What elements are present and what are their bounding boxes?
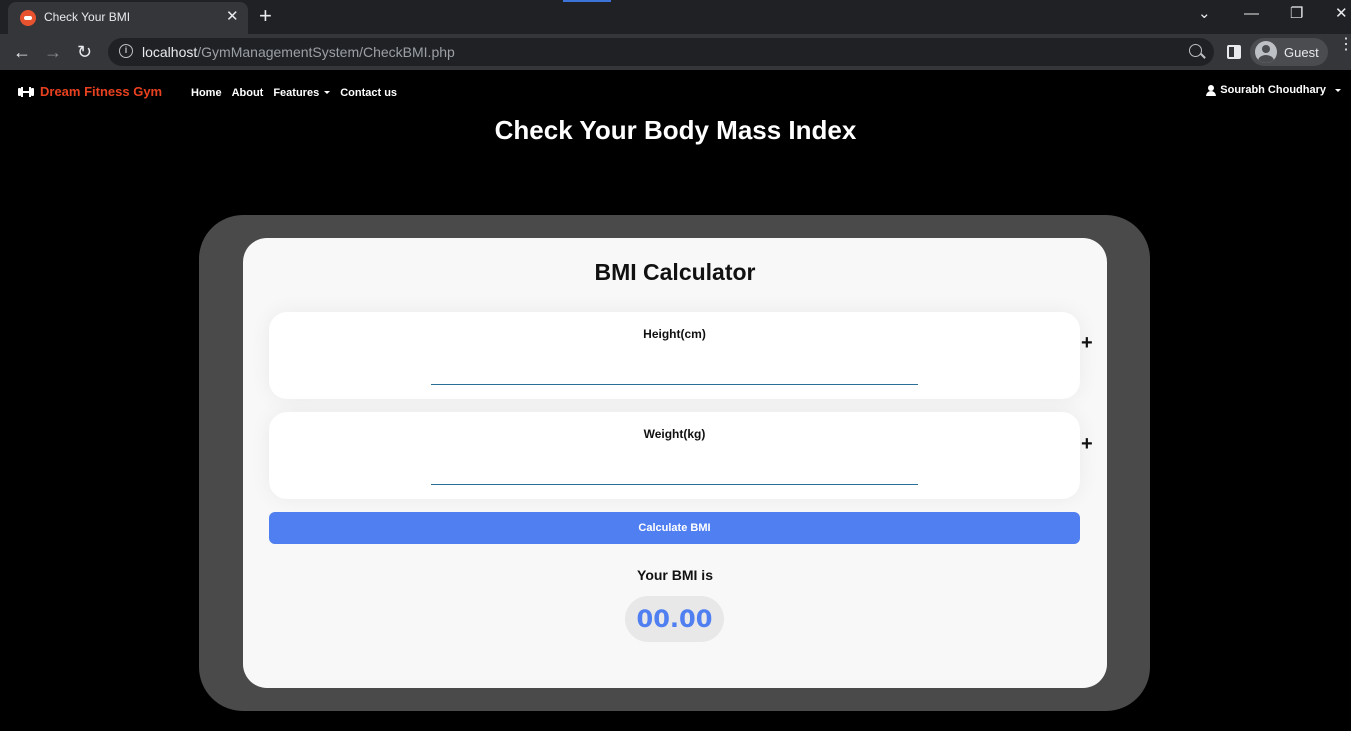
calculator-frame: BMI Calculator Height(cm) + Weight(kg) +… — [199, 215, 1150, 711]
user-menu[interactable]: Sourabh Choudhary — [1206, 84, 1341, 96]
tab-close-icon[interactable]: ✕ — [226, 8, 239, 26]
browser-tab-strip: Check Your BMI ✕ + ⌄ — ❐ ✕ — [0, 0, 1351, 34]
address-bar[interactable]: i localhost/GymManagementSystem/CheckBMI… — [108, 38, 1214, 66]
browser-tab[interactable]: Check Your BMI ✕ — [8, 2, 248, 34]
nav-about[interactable]: About — [232, 87, 264, 99]
page-title: Check Your Body Mass Index — [494, 115, 857, 145]
forward-icon[interactable]: → — [44, 40, 62, 64]
result-label: Your BMI is — [637, 567, 713, 583]
dumbbell-icon — [18, 86, 34, 97]
back-icon[interactable]: ← — [13, 40, 31, 64]
chevron-down-icon — [324, 91, 331, 94]
calculator-title: BMI Calculator — [594, 259, 756, 285]
height-input[interactable] — [431, 358, 918, 385]
user-name: Sourabh Choudhary — [1220, 84, 1326, 96]
zoom-icon[interactable] — [1189, 44, 1202, 57]
weight-field-box: Weight(kg) — [269, 412, 1080, 499]
nav-features[interactable]: Features — [273, 87, 331, 99]
calculator-card: BMI Calculator Height(cm) + Weight(kg) +… — [243, 238, 1107, 688]
tab-drag-indicator — [563, 0, 611, 2]
weight-plus-icon[interactable]: + — [1081, 434, 1093, 454]
browser-toolbar: ← → ↻ i localhost/GymManagementSystem/Ch… — [0, 34, 1351, 70]
height-plus-icon[interactable]: + — [1081, 333, 1093, 353]
chevron-down-icon — [1335, 88, 1341, 92]
weight-input[interactable] — [431, 458, 918, 485]
reload-icon[interactable]: ↻ — [77, 40, 92, 64]
page-content: Dream Fitness Gym Home About Features Co… — [0, 70, 1351, 731]
avatar-icon — [1255, 41, 1277, 63]
user-icon — [1206, 84, 1217, 96]
profile-label: Guest — [1284, 45, 1319, 60]
tab-title: Check Your BMI — [44, 10, 131, 24]
profile-button[interactable]: Guest — [1250, 38, 1328, 66]
height-field-box: Height(cm) — [269, 312, 1080, 399]
restore-icon[interactable]: ❐ — [1290, 5, 1303, 23]
site-info-icon[interactable]: i — [119, 44, 133, 58]
url-text[interactable]: localhost/GymManagementSystem/CheckBMI.p… — [142, 44, 455, 60]
favicon-icon — [20, 10, 36, 26]
calculate-bmi-button[interactable]: Calculate BMI — [269, 512, 1080, 544]
weight-label: Weight(kg) — [643, 427, 706, 441]
nav-contact[interactable]: Contact us — [340, 87, 397, 99]
bmi-result-value: 00.00 — [625, 596, 724, 642]
minimize-icon[interactable]: — — [1244, 5, 1259, 23]
side-panel-icon[interactable] — [1227, 45, 1241, 59]
browser-menu-icon[interactable]: ⋮ — [1338, 37, 1351, 53]
height-label: Height(cm) — [643, 327, 706, 341]
window-close-icon[interactable]: ✕ — [1335, 5, 1348, 23]
new-tab-button[interactable]: + — [259, 4, 272, 28]
brand-link[interactable]: Dream Fitness Gym — [18, 84, 162, 99]
main-nav: Home About Features Contact us — [191, 87, 397, 99]
tab-search-icon[interactable]: ⌄ — [1198, 5, 1211, 23]
nav-home[interactable]: Home — [191, 87, 222, 99]
brand-name: Dream Fitness Gym — [40, 84, 163, 99]
